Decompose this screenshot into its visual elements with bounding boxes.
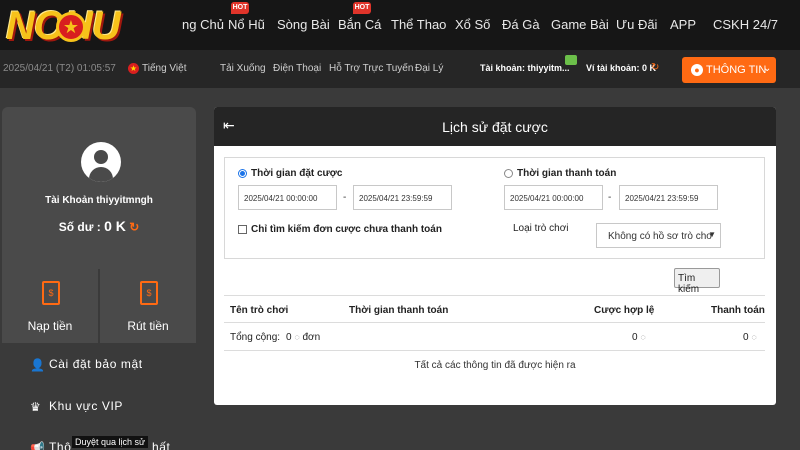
language-selector[interactable]: Tiếng Việt — [142, 63, 186, 74]
refresh-icon[interactable]: ↻ — [651, 62, 659, 73]
refresh-icon[interactable]: ↻ — [129, 220, 139, 234]
date-separator: - — [343, 192, 347, 203]
menu-security[interactable]: 👤 Cài đặt bảo mật — [2, 345, 196, 385]
pay-from-input[interactable]: 2025/04/21 00:00:00 — [504, 185, 603, 210]
total-valid-value: 0 — [632, 332, 638, 343]
deposit-button[interactable]: $ Nạp tiền — [2, 269, 98, 343]
unsettled-checkbox-label: Chỉ tìm kiếm đơn cược chưa thanh toán — [251, 224, 442, 235]
account-name: Tài Khoản thiyyitmngh — [45, 195, 153, 206]
page-title: Lịch sử đặt cược — [442, 119, 548, 135]
nav-ban-ca[interactable]: Bắn Cá — [338, 17, 381, 32]
tooltip: Duyệt qua lịch sử — [72, 436, 149, 448]
date-separator: - — [608, 192, 612, 203]
total-unit: đơn — [302, 332, 321, 343]
nav-home[interactable]: ng Chủ — [182, 17, 224, 32]
info-button-label: THÔNG TIN — [706, 64, 767, 76]
nav-the-thao[interactable]: Thể Thao — [391, 17, 446, 32]
game-type-select[interactable]: Không có hồ sơ trò cho ▼ — [596, 223, 721, 248]
nav-uu-dai[interactable]: Ưu Đãi — [616, 17, 657, 32]
menu-notice-tail: hất — [152, 440, 171, 450]
deposit-label: Nạp tiền — [27, 319, 73, 333]
wallet-label: Ví tài khoản: 0 K — [586, 63, 657, 73]
col-game-name: Tên trò chơi — [230, 305, 289, 316]
message-icon[interactable] — [565, 55, 577, 65]
vietnam-flag-icon: ★ — [128, 63, 139, 74]
nav-app[interactable]: APP — [670, 17, 696, 32]
pay-to-input[interactable]: 2025/04/21 23:59:59 — [619, 185, 718, 210]
spinner-icon: ◌ — [751, 332, 757, 342]
balance-value: 0 K — [104, 218, 126, 234]
divider — [224, 295, 765, 296]
spinner-icon: ◌ — [294, 332, 300, 342]
star-icon: ★ — [56, 12, 86, 42]
link-agent[interactable]: Đại Lý — [415, 63, 443, 74]
bet-to-input[interactable]: 2025/04/21 23:59:59 — [353, 185, 452, 210]
megaphone-icon: 📢 — [30, 441, 45, 450]
menu-vip[interactable]: ♛ Khu vực VIP — [2, 387, 196, 427]
top-navigation: NOHU ★ ng Chủ HOT Nổ Hũ Sòng Bài HOT Bắn… — [0, 0, 800, 50]
divider — [224, 322, 765, 323]
bet-from-input[interactable]: 2025/04/21 00:00:00 — [238, 185, 337, 210]
person-icon: ● — [691, 64, 703, 76]
chevron-down-icon: ▼ — [708, 230, 716, 239]
withdraw-label: Rút tiền — [127, 319, 169, 333]
menu-notice-label: Thô — [49, 440, 72, 450]
chevron-down-icon: ⌄ — [763, 63, 772, 74]
account-card — [2, 107, 196, 269]
total-count-value: 0 — [286, 332, 292, 343]
site-logo[interactable]: NOHU ★ — [2, 2, 180, 50]
nav-game-bai[interactable]: Game Bài — [551, 17, 609, 32]
divider — [224, 350, 765, 351]
nav-song-bai[interactable]: Sòng Bài — [277, 17, 330, 32]
menu-security-label: Cài đặt bảo mật — [49, 357, 143, 371]
vip-crown-icon: ♛ — [30, 400, 41, 414]
avatar — [81, 142, 121, 182]
radio-bet-time[interactable] — [238, 169, 247, 178]
link-phone[interactable]: Điện Thoại — [273, 63, 321, 74]
deposit-icon: $ — [42, 281, 60, 305]
link-download[interactable]: Tải Xuống — [220, 63, 266, 74]
account-label: Tài khoản: thiyyitm... — [480, 63, 570, 73]
radio-pay-time[interactable] — [504, 169, 513, 178]
info-button[interactable]: ● THÔNG TIN ⌄ — [682, 57, 776, 83]
game-type-value: Không có hồ sơ trò cho — [608, 231, 712, 242]
nav-cskh[interactable]: CSKH 24/7 — [713, 17, 778, 32]
menu-vip-label: Khu vực VIP — [49, 399, 123, 413]
game-type-label: Loại trò chơi — [513, 223, 569, 234]
spinner-icon: ◌ — [640, 332, 646, 342]
nav-da-ga[interactable]: Đá Gà — [502, 17, 540, 32]
col-valid-bet: Cược hợp lệ — [594, 305, 655, 316]
balance: Số dư : 0 K ↻ — [0, 218, 198, 234]
sub-bar: 2025/04/21 (T2) 01:05:57 ★ Tiếng Việt Tả… — [0, 50, 800, 88]
unsettled-checkbox[interactable] — [238, 225, 247, 234]
nav-xo-so[interactable]: Xổ Số — [455, 17, 490, 32]
hot-badge: HOT — [231, 2, 249, 14]
nav-no-hu[interactable]: Nổ Hũ — [228, 17, 265, 32]
col-payout: Thanh toán — [711, 305, 765, 316]
bet-history-panel: ⇤ Lịch sử đặt cược Thời gian đặt cược Th… — [214, 107, 776, 405]
col-pay-time: Thời gian thanh toán — [349, 305, 449, 316]
datetime: 2025/04/21 (T2) 01:05:57 — [3, 63, 116, 74]
total-valid-bet: 0 ◌ — [632, 332, 646, 343]
footer-message: Tất cả các thông tin đã được hiện ra — [414, 360, 576, 371]
withdraw-button[interactable]: $ Rút tiền — [100, 269, 196, 343]
total-payout: 0 ◌ — [743, 332, 757, 343]
panel-header: ⇤ Lịch sử đặt cược — [214, 107, 776, 146]
search-button[interactable]: Tìm kiếm — [674, 268, 720, 295]
withdraw-icon: $ — [140, 281, 158, 305]
radio-pay-time-label: Thời gian thanh toán — [517, 168, 617, 179]
user-shield-icon: 👤 — [30, 358, 45, 372]
total-label: Tổng cộng: — [230, 332, 281, 343]
balance-label: Số dư : — [58, 220, 101, 234]
radio-bet-time-label: Thời gian đặt cược — [251, 168, 343, 179]
total-payout-value: 0 — [743, 332, 749, 343]
total-count: 0 ◌ đơn — [286, 332, 320, 343]
hot-badge: HOT — [353, 2, 371, 14]
link-support[interactable]: Hỗ Trợ Trực Tuyến — [329, 63, 413, 74]
